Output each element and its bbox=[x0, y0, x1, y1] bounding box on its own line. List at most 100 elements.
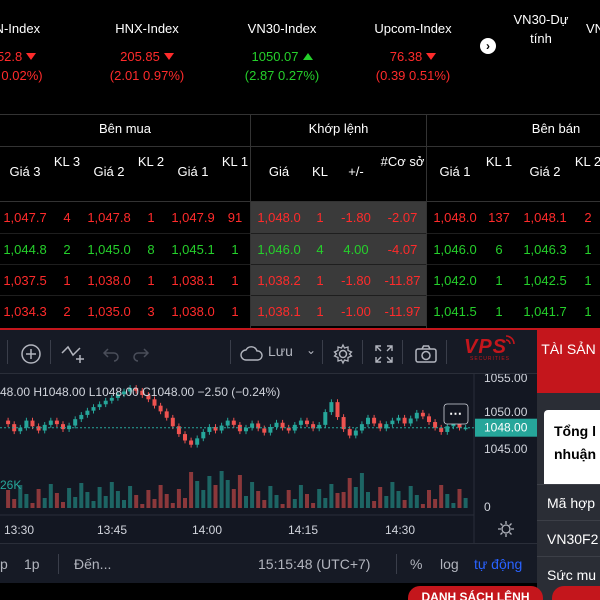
volume-bar bbox=[73, 497, 78, 508]
cloud-save-icon[interactable] bbox=[240, 330, 264, 376]
order-book-cell[interactable]: 1 bbox=[220, 234, 250, 265]
percent-scale-toggle[interactable]: % bbox=[410, 556, 422, 572]
order-book-cell[interactable]: 1,042.5 bbox=[515, 265, 575, 296]
order-book-cell[interactable]: 1,046.3 bbox=[515, 234, 575, 265]
next-indices-button[interactable]: › bbox=[480, 38, 496, 54]
order-book-cell[interactable]: -2.07 bbox=[379, 202, 426, 233]
order-book-cell[interactable]: 1,042.0 bbox=[427, 265, 483, 296]
chevron-down-icon[interactable]: ⌄ bbox=[306, 343, 316, 357]
order-book-cell[interactable]: 4 bbox=[307, 234, 333, 265]
order-book-cell[interactable]: 4 bbox=[52, 202, 82, 233]
order-book-cell[interactable]: 1 bbox=[307, 202, 333, 233]
goto-date-button[interactable]: Đến... bbox=[74, 556, 111, 572]
candlestick-plot[interactable]: 48.00 H1048.00 L1048.00 C1048.00 −2.50 (… bbox=[0, 374, 537, 543]
signal-icon bbox=[504, 334, 516, 353]
index-name: VN30-Index bbox=[247, 21, 317, 36]
index-value: 1050.07 bbox=[227, 49, 337, 64]
time-tick: 13:30 bbox=[4, 523, 34, 537]
gear-icon[interactable] bbox=[332, 330, 354, 376]
order-book-cell[interactable]: 1,047.8 bbox=[82, 202, 136, 233]
order-book-cell[interactable]: 1 bbox=[574, 234, 600, 265]
candle-body bbox=[427, 416, 431, 423]
next-tab[interactable] bbox=[552, 586, 600, 600]
order-book-cell[interactable]: 1 bbox=[485, 296, 513, 327]
order-book-cell[interactable]: 1,037.5 bbox=[0, 265, 50, 296]
order-book-cell[interactable]: -1.80 bbox=[333, 265, 379, 296]
assets-tab[interactable]: TÀI SẢN bbox=[537, 328, 600, 393]
order-book-cell[interactable]: 1,046.0 bbox=[251, 234, 307, 265]
candle-body bbox=[390, 420, 395, 425]
index-vn30-future[interactable]: VN30-Dự tính bbox=[506, 10, 576, 48]
timeframe-1p-button[interactable]: 1p bbox=[24, 556, 40, 572]
order-book-cell[interactable]: 1,048.0 bbox=[427, 202, 483, 233]
order-book-cell[interactable]: 2 bbox=[52, 234, 82, 265]
col-header: Giá 1 bbox=[439, 164, 471, 179]
order-book-cell[interactable]: 1 bbox=[220, 265, 250, 296]
order-book-cell[interactable]: 1 bbox=[307, 296, 333, 327]
order-book-cell[interactable]: 1 bbox=[485, 265, 513, 296]
indicator-add-icon[interactable] bbox=[60, 330, 86, 376]
volume-bar bbox=[347, 478, 352, 508]
log-scale-toggle[interactable]: log bbox=[440, 556, 459, 572]
order-book-cell[interactable]: 6 bbox=[485, 234, 513, 265]
order-book-cell[interactable]: 1,038.0 bbox=[82, 265, 136, 296]
order-book-cell[interactable]: 8 bbox=[136, 234, 166, 265]
order-list-tab[interactable]: DANH SÁCH LỆNH bbox=[408, 586, 543, 600]
order-book-cell[interactable]: -11.97 bbox=[379, 296, 426, 327]
camera-icon[interactable] bbox=[414, 330, 438, 376]
order-book-cell[interactable]: 1,041.7 bbox=[515, 296, 575, 327]
order-book-cell[interactable]: 1 bbox=[574, 265, 600, 296]
order-book-cell[interactable]: 1,038.1 bbox=[251, 296, 307, 327]
order-book-cell[interactable]: 1,034.3 bbox=[0, 296, 50, 327]
order-book-cell[interactable]: 1,035.0 bbox=[82, 296, 136, 327]
volume-bar bbox=[195, 481, 200, 508]
order-book-cell[interactable]: 3 bbox=[136, 296, 166, 327]
order-book-cell[interactable]: -1.80 bbox=[333, 202, 379, 233]
order-book-cell[interactable]: 1,038.0 bbox=[166, 296, 220, 327]
auto-scale-toggle[interactable]: tự động bbox=[474, 556, 522, 572]
order-book-cell[interactable]: 91 bbox=[220, 202, 250, 233]
chart-bottom-bar: p 1p Đến... 15:15:48 (UTC+7) % log tự độ… bbox=[0, 543, 537, 583]
timeframe-button[interactable]: p bbox=[0, 556, 8, 572]
order-book-cell[interactable]: 1,045.0 bbox=[82, 234, 136, 265]
volume-bar bbox=[268, 486, 273, 508]
order-book-cell[interactable]: 1,047.7 bbox=[0, 202, 50, 233]
order-book-cell[interactable]: 2 bbox=[574, 202, 600, 233]
index-value: 76.38 bbox=[358, 49, 468, 64]
order-book-cell[interactable]: 2 bbox=[52, 296, 82, 327]
order-book-cell[interactable]: 1 bbox=[574, 296, 600, 327]
order-book-cell[interactable]: 4.00 bbox=[333, 234, 379, 265]
order-book-cell[interactable]: 1,048.1 bbox=[515, 202, 575, 233]
order-book-cell[interactable]: 1 bbox=[220, 296, 250, 327]
fullscreen-icon[interactable] bbox=[374, 330, 394, 376]
order-book-cell[interactable]: 1,038.1 bbox=[166, 265, 220, 296]
order-book-cell[interactable]: -1.00 bbox=[333, 296, 379, 327]
save-button[interactable]: Lưu bbox=[268, 343, 293, 359]
order-book-cell[interactable]: -11.87 bbox=[379, 265, 426, 296]
undo-icon[interactable] bbox=[102, 330, 120, 376]
zoom-in-icon[interactable] bbox=[20, 330, 42, 376]
order-book-cell[interactable]: 1 bbox=[136, 265, 166, 296]
candle-body bbox=[36, 426, 41, 431]
contract-code-value[interactable]: VN30F2 bbox=[537, 520, 600, 556]
index-name-clipped: VN bbox=[586, 21, 600, 36]
price-chart[interactable]: Lưu ⌄ VPS SECURITIES 48.00 H1048.00 L104… bbox=[0, 328, 537, 600]
order-book-cell[interactable]: 1 bbox=[52, 265, 82, 296]
order-book-cell[interactable]: 1,047.9 bbox=[166, 202, 220, 233]
order-book-cell[interactable]: 137 bbox=[485, 202, 513, 233]
candle-body bbox=[262, 428, 267, 433]
volume-bar bbox=[164, 494, 169, 508]
redo-icon[interactable] bbox=[132, 330, 150, 376]
order-book-cell[interactable]: 1,045.1 bbox=[166, 234, 220, 265]
order-book-cell[interactable]: 1 bbox=[307, 265, 333, 296]
order-book-cell[interactable]: 1,041.5 bbox=[427, 296, 483, 327]
order-book-cell[interactable]: 1,046.0 bbox=[427, 234, 483, 265]
volume-bar bbox=[329, 484, 334, 508]
order-book-cell[interactable]: 1,038.2 bbox=[251, 265, 307, 296]
volume-bar bbox=[384, 496, 389, 508]
order-book-cell[interactable]: 1,044.8 bbox=[0, 234, 50, 265]
order-book-cell[interactable]: 1,048.0 bbox=[251, 202, 307, 233]
order-book-cell[interactable]: 1 bbox=[136, 202, 166, 233]
order-book-cell[interactable]: -4.07 bbox=[379, 234, 426, 265]
volume-bar bbox=[457, 489, 462, 508]
